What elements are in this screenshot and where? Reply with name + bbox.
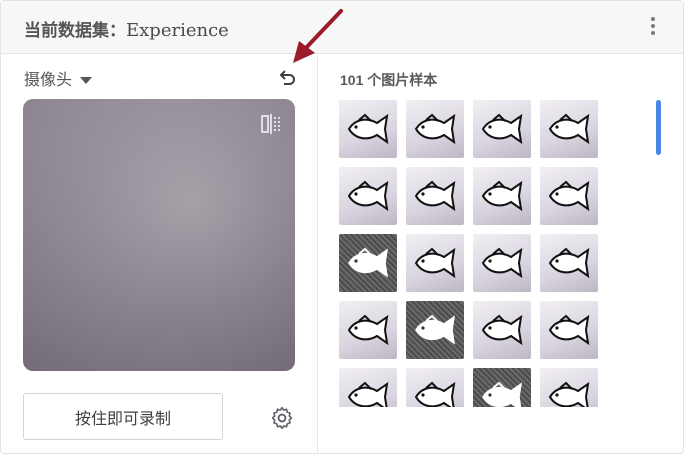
dataset-name: Experience <box>126 20 229 41</box>
more-vertical-icon <box>645 17 661 35</box>
fish-image-icon <box>348 247 389 278</box>
recording-settings-button[interactable] <box>269 405 295 431</box>
sample-thumbnail[interactable] <box>540 234 598 292</box>
sample-thumbnail[interactable] <box>406 100 464 158</box>
fish-image-icon <box>347 180 389 212</box>
sample-thumbnail[interactable] <box>406 167 464 225</box>
sample-thumbnail[interactable] <box>339 368 397 407</box>
sample-thumbnail[interactable] <box>540 100 598 158</box>
sample-thumbnail[interactable] <box>339 301 397 359</box>
fish-image-icon <box>548 314 590 346</box>
sample-thumbnail[interactable] <box>406 301 464 359</box>
samples-grid-viewport[interactable] <box>339 100 629 407</box>
fish-image-icon <box>481 247 523 279</box>
samples-section: 101 个图片样本 <box>318 54 683 454</box>
sample-thumbnail[interactable] <box>540 301 598 359</box>
more-options-button[interactable] <box>645 15 661 39</box>
flip-horizontal-icon <box>261 114 280 134</box>
fish-image-icon <box>414 247 456 279</box>
fish-image-icon <box>481 314 523 346</box>
samples-scrollbar[interactable] <box>656 100 661 155</box>
sample-thumbnail[interactable] <box>473 368 531 407</box>
fish-image-icon <box>347 381 389 407</box>
fish-image-icon <box>481 180 523 212</box>
caret-down-icon <box>80 77 93 85</box>
webcam-preview <box>23 99 295 371</box>
webcam-section: 摄像头 按住即可录制 <box>1 54 318 454</box>
sample-thumbnail[interactable] <box>473 301 531 359</box>
gear-icon <box>271 406 293 430</box>
fish-image-icon <box>548 247 590 279</box>
sample-thumbnail[interactable] <box>473 100 531 158</box>
sample-thumbnail[interactable] <box>406 234 464 292</box>
dataset-panel: 当前数据集：Experience 摄像头 按住即可录制 101 个图片样本 <box>0 0 684 454</box>
sample-thumbnail[interactable] <box>540 368 598 407</box>
sample-thumbnail[interactable] <box>339 167 397 225</box>
fish-image-icon <box>548 381 590 407</box>
hold-to-record-button[interactable]: 按住即可录制 <box>23 393 223 440</box>
flip-camera-button[interactable] <box>259 112 283 136</box>
fish-image-icon <box>414 113 456 145</box>
sample-thumbnail[interactable] <box>406 368 464 407</box>
fish-image-icon <box>548 113 590 145</box>
sample-thumbnail[interactable] <box>473 167 531 225</box>
undo-icon <box>279 70 295 85</box>
dataset-title-label: 当前数据集： <box>24 21 126 41</box>
webcam-source-dropdown[interactable]: 摄像头 <box>24 66 93 90</box>
sample-count: 101 个图片样本 <box>340 72 438 88</box>
fish-image-icon <box>414 381 456 407</box>
fish-image-icon <box>481 113 523 145</box>
sample-thumbnail[interactable] <box>339 234 397 292</box>
sample-thumbnail[interactable] <box>473 234 531 292</box>
fish-image-icon <box>347 113 389 145</box>
fish-image-icon <box>415 314 456 345</box>
panel-header: 当前数据集：Experience <box>1 1 683 54</box>
samples-grid <box>339 100 629 407</box>
fish-image-icon <box>347 314 389 346</box>
sample-thumbnail[interactable] <box>339 100 397 158</box>
webcam-source-label: 摄像头 <box>24 72 73 89</box>
sample-thumbnail[interactable] <box>540 167 598 225</box>
fish-image-icon <box>482 381 523 407</box>
undo-button[interactable] <box>275 66 299 90</box>
dataset-title: 当前数据集：Experience <box>24 16 229 41</box>
fish-image-icon <box>414 180 456 212</box>
fish-image-icon <box>548 180 590 212</box>
